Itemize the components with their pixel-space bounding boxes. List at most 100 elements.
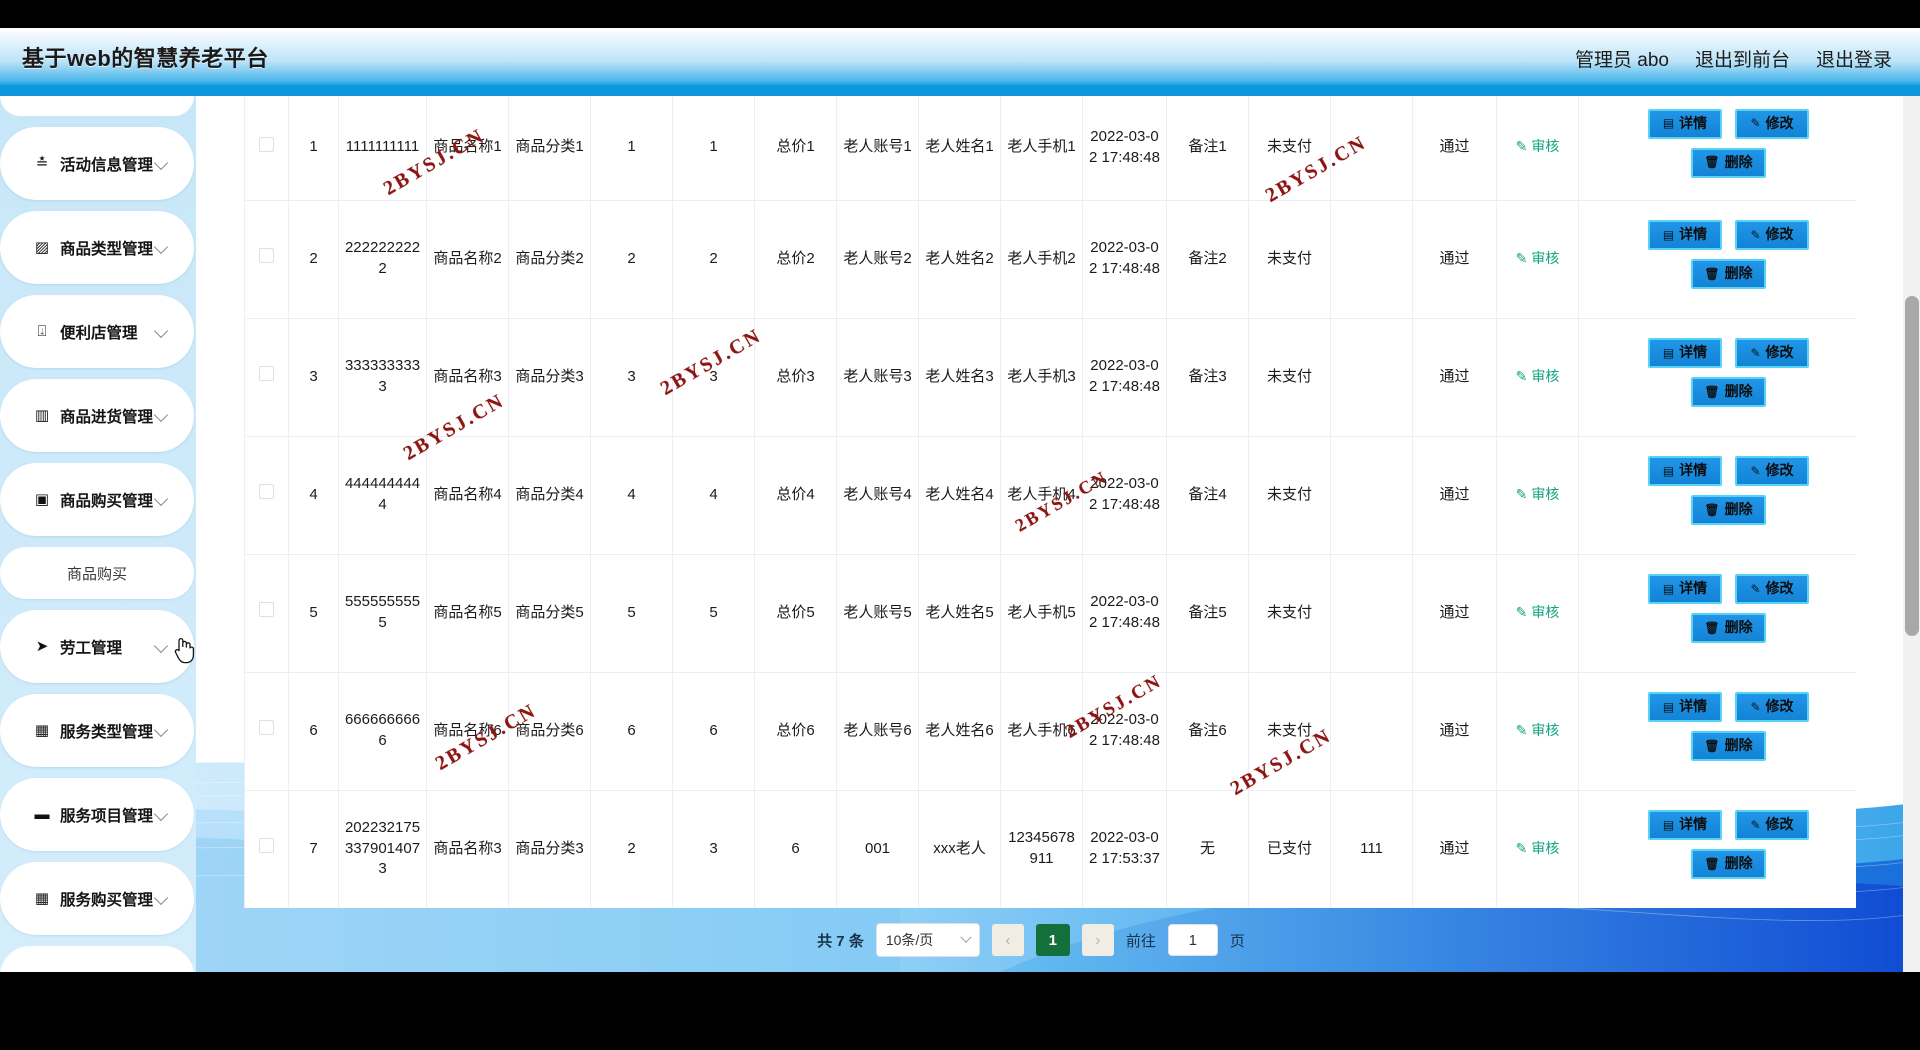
bars-icon: ▥ [34, 407, 50, 424]
vertical-scrollbar-track[interactable] [1903, 96, 1920, 972]
edit-button[interactable]: ✎ 修改 [1735, 456, 1809, 486]
detail-button[interactable]: ▤ 详情 [1648, 456, 1722, 486]
audit-link[interactable]: ✎ 审核 [1516, 485, 1560, 504]
row-checkbox[interactable] [259, 366, 274, 382]
detail-button[interactable]: ▤ 详情 [1648, 692, 1722, 722]
detail-button-label: 详情 [1679, 580, 1708, 597]
edit-button[interactable]: ✎ 修改 [1735, 574, 1809, 604]
goto-page-input[interactable]: 1 [1167, 924, 1218, 956]
cell-elder-account: 老人账号5 [836, 554, 919, 673]
chevron-down-icon[interactable] [153, 407, 169, 422]
detail-button-label: 详情 [1679, 698, 1708, 715]
edit-button-label: 修改 [1765, 816, 1794, 833]
vertical-scrollbar-thumb[interactable] [1905, 296, 1919, 636]
sidebar-item-4[interactable]: ▣ 商品购买管理 [0, 463, 194, 536]
detail-button[interactable]: ▤ 详情 [1648, 108, 1722, 139]
table-row: 5 5555555555 商品名称5 商品分类5 5 5 总价5 老人账号5 老人姓名5 老人手机… [244, 554, 1856, 673]
next-page-button[interactable]: › [1081, 924, 1114, 956]
cell-audit-action: ✎ 审核 [1496, 318, 1579, 437]
edit-button[interactable]: ✎ 修改 [1735, 810, 1809, 840]
row-checkbox[interactable] [259, 838, 274, 854]
sidebar-item-8[interactable]: ▬ 服务项目管理 [0, 778, 194, 851]
detail-button[interactable]: ▤ 详情 [1648, 220, 1722, 250]
cell-audit-state: 通过 [1412, 200, 1497, 319]
row-checkbox[interactable] [259, 484, 274, 500]
sidebar-item-partial-top[interactable] [0, 96, 194, 116]
sidebar-item-label: 服务项目管理 [60, 807, 154, 825]
sidebar-item-1[interactable]: ▨ 商品类型管理 [0, 211, 194, 284]
audit-link[interactable]: ✎ 审核 [1516, 603, 1560, 622]
audit-link[interactable]: ✎ 审核 [1516, 249, 1560, 268]
edit-button[interactable]: ✎ 修改 [1735, 220, 1809, 250]
document-icon: ▤ [1662, 699, 1675, 714]
sidebar-subitem-5[interactable]: 商品购买 [0, 547, 194, 599]
delete-button[interactable]: 🗑 删除 [1691, 377, 1766, 407]
detail-button[interactable]: ▤ 详情 [1648, 810, 1722, 840]
sidebar-item-6[interactable]: ➤ 劳工管理 [0, 610, 194, 683]
delete-button[interactable]: 🗑 删除 [1691, 147, 1766, 178]
sidebar-item-7[interactable]: ▦ 服务类型管理 [0, 694, 194, 767]
trash-icon: 🗑 [1704, 856, 1720, 871]
document-icon: ▤ [1662, 817, 1675, 832]
cell-goods-type: 商品分类3 [508, 318, 591, 437]
sidebar-item-2[interactable]: ⍗ 便利店管理 [0, 295, 194, 368]
chevron-down-icon[interactable] [153, 491, 169, 506]
edit-button[interactable]: ✎ 修改 [1735, 338, 1809, 368]
total-count-label: 共 7 条 [817, 932, 864, 950]
audit-link[interactable]: ✎ 审核 [1516, 721, 1560, 740]
detail-button[interactable]: ▤ 详情 [1648, 338, 1722, 368]
chevron-down-icon[interactable] [153, 239, 169, 254]
cell-order-time: 2022-03-02 17:48:48 [1082, 554, 1167, 673]
chevron-down-icon[interactable] [153, 638, 169, 653]
chevron-down-icon[interactable] [153, 155, 169, 170]
row-checkbox[interactable] [259, 720, 274, 736]
monitor-icon: ▬ [34, 806, 50, 823]
audit-link[interactable]: ✎ 审核 [1516, 839, 1560, 858]
detail-button-label: 详情 [1679, 115, 1708, 132]
chevron-down-icon[interactable] [153, 722, 169, 737]
row-checkbox[interactable] [259, 136, 274, 152]
chevron-down-icon[interactable] [153, 323, 169, 338]
audit-link[interactable]: ✎ 审核 [1516, 137, 1560, 156]
logout-link[interactable]: 退出登录 [1816, 45, 1892, 72]
page-number-1[interactable]: 1 [1035, 924, 1070, 956]
document-icon: ▤ [1662, 116, 1675, 131]
page-unit-label: 页 [1229, 932, 1245, 950]
delete-button[interactable]: 🗑 删除 [1691, 731, 1766, 761]
cell-order-time: 2022-03-02 17:48:48 [1082, 200, 1167, 319]
grid-icon: ▦ [34, 890, 50, 907]
sidebar-item-0[interactable]: ≛ 活动信息管理 [0, 127, 194, 200]
row-checkbox[interactable] [259, 602, 274, 618]
row-index: 7 [288, 790, 339, 908]
delete-button[interactable]: 🗑 删除 [1691, 849, 1766, 879]
chevron-down-icon[interactable] [153, 890, 169, 905]
detail-button[interactable]: ▤ 详情 [1648, 574, 1722, 604]
chevron-down-icon[interactable] [153, 806, 169, 821]
audit-link-label: 审核 [1531, 249, 1560, 266]
edit-button[interactable]: ✎ 修改 [1735, 692, 1809, 722]
pencil-icon: ✎ [1750, 463, 1761, 478]
clipboard-icon: ▣ [34, 491, 50, 508]
cell-audit-state: 通过 [1412, 436, 1497, 555]
prev-page-button[interactable]: ‹ [991, 924, 1024, 956]
sidebar-item-9[interactable]: ▦ 服务购买管理 [0, 862, 194, 935]
sidebar-navigation[interactable]: ≛ 活动信息管理 ▨ 商品类型管理 ⍗ 便利店管理 ▥ 商品进货管理 ▣ 商品购买管理商品购买 ➤ 劳… [0, 96, 196, 972]
exit-to-frontend-link[interactable]: 退出到前台 [1695, 45, 1790, 72]
cell-total-price: 总价1 [754, 96, 837, 201]
sidebar-item-3[interactable]: ▥ 商品进货管理 [0, 379, 194, 452]
cell-pay-state: 未支付 [1248, 200, 1331, 319]
sidebar-item-partial-bottom[interactable] [0, 946, 194, 972]
delete-button-label: 删除 [1724, 265, 1753, 282]
edit-button-label: 修改 [1765, 698, 1794, 715]
row-checkbox[interactable] [259, 248, 274, 264]
delete-button[interactable]: 🗑 删除 [1691, 495, 1766, 525]
delete-button[interactable]: 🗑 删除 [1691, 613, 1766, 643]
pencil-icon: ✎ [1750, 581, 1761, 596]
pencil-icon: ✎ [1515, 485, 1528, 502]
delete-button[interactable]: 🗑 删除 [1691, 259, 1766, 289]
audit-link[interactable]: ✎ 审核 [1516, 367, 1560, 386]
edit-button[interactable]: ✎ 修改 [1735, 108, 1809, 139]
table-row: 3 3333333333 商品名称3 商品分类3 3 3 总价3 老人账号3 老人姓名3 老人手机… [244, 318, 1856, 437]
page-size-select[interactable]: 10条/页 [875, 923, 980, 957]
cell-price: 4 [590, 436, 673, 555]
